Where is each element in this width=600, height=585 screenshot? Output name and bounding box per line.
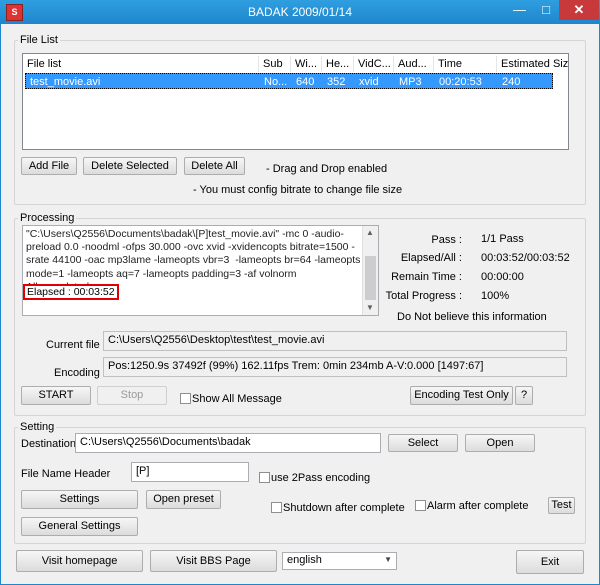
cell-audio-codec: MP3 bbox=[399, 76, 422, 88]
add-file-button[interactable]: Add File bbox=[21, 157, 77, 175]
elapsed-all-value: 00:03:52/00:03:52 bbox=[481, 252, 570, 264]
file-list-group-label: File List bbox=[18, 34, 60, 46]
setting-group-label: Setting bbox=[18, 421, 57, 433]
shutdown-after-label[interactable]: Shutdown after complete bbox=[283, 502, 405, 514]
language-select[interactable]: english ▼ bbox=[282, 552, 397, 570]
total-progress-value: 100% bbox=[481, 290, 510, 302]
show-all-message-label[interactable]: Show All Message bbox=[192, 393, 282, 405]
cell-width: 640 bbox=[296, 76, 315, 88]
alarm-after-checkbox[interactable] bbox=[415, 500, 426, 511]
encoding-label: Encoding bbox=[54, 367, 100, 379]
log-textarea[interactable]: "C:\Users\Q2556\Documents\badak\[P]test_… bbox=[22, 225, 379, 316]
help-button[interactable]: ? bbox=[515, 386, 533, 405]
cell-file-name: test_movie.avi bbox=[30, 76, 101, 88]
visit-bbs-button[interactable]: Visit BBS Page bbox=[150, 550, 277, 572]
scroll-down-icon[interactable]: ▼ bbox=[366, 303, 374, 312]
elapsed-highlight: Elapsed : 00:03:52 bbox=[23, 284, 119, 300]
column-header-width[interactable]: Wi... bbox=[291, 56, 322, 72]
elapsed-all-label: Elapsed/All : bbox=[400, 252, 462, 264]
file-list-table[interactable]: File list Sub Wi... He... VidC... Aud...… bbox=[22, 53, 569, 150]
shutdown-after-checkbox[interactable] bbox=[271, 502, 282, 513]
start-button[interactable]: START bbox=[21, 386, 91, 405]
cell-video-codec: xvid bbox=[359, 76, 379, 88]
file-name-header-label: File Name Header bbox=[21, 468, 111, 480]
cell-time: 00:20:53 bbox=[439, 76, 482, 88]
exit-button[interactable]: Exit bbox=[516, 550, 584, 574]
current-file-label: Current file : bbox=[46, 339, 106, 351]
scrollbar-thumb[interactable] bbox=[365, 256, 376, 300]
use-2pass-checkbox[interactable] bbox=[259, 472, 270, 483]
select-button[interactable]: Select bbox=[388, 434, 458, 452]
stop-button[interactable]: Stop bbox=[97, 386, 167, 405]
column-header-sub[interactable]: Sub bbox=[259, 56, 291, 72]
minimize-button[interactable]: — bbox=[506, 0, 533, 20]
general-settings-button[interactable]: General Settings bbox=[21, 517, 138, 536]
destination-label: Destination bbox=[21, 438, 77, 450]
current-file-field[interactable]: C:\Users\Q2556\Desktop\test\test_movie.a… bbox=[103, 331, 567, 351]
cell-estimated-size: 240 bbox=[502, 76, 521, 88]
total-progress-label: Total Progress : bbox=[385, 290, 462, 302]
delete-selected-button[interactable]: Delete Selected bbox=[83, 157, 177, 175]
column-header-time[interactable]: Time bbox=[434, 56, 497, 72]
delete-all-button[interactable]: Delete All bbox=[184, 157, 245, 175]
chevron-down-icon: ▼ bbox=[384, 555, 392, 564]
show-all-message-checkbox[interactable] bbox=[180, 393, 191, 404]
column-header-video-codec[interactable]: VidC... bbox=[354, 56, 394, 72]
destination-field[interactable]: C:\Users\Q2556\Documents\badak bbox=[75, 433, 381, 453]
table-row[interactable]: test_movie.avi No... 640 352 xvid MP3 00… bbox=[25, 73, 553, 89]
processing-group-label: Processing bbox=[18, 212, 77, 224]
column-header-audio-codec[interactable]: Aud... bbox=[394, 56, 434, 72]
settings-button[interactable]: Settings bbox=[21, 490, 138, 509]
column-header-file-list[interactable]: File list bbox=[23, 56, 259, 72]
log-scrollbar[interactable]: ▲ ▼ bbox=[362, 226, 378, 315]
remain-time-value: 00:00:00 bbox=[481, 271, 524, 283]
encoding-test-only-button[interactable]: Encoding Test Only bbox=[410, 386, 513, 405]
file-name-header-field[interactable]: [P] bbox=[131, 462, 249, 482]
visit-homepage-button[interactable]: Visit homepage bbox=[16, 550, 143, 572]
use-2pass-label[interactable]: use 2Pass encoding bbox=[271, 472, 370, 484]
open-preset-button[interactable]: Open preset bbox=[146, 490, 221, 509]
cell-height: 352 bbox=[327, 76, 346, 88]
column-header-estimated-size[interactable]: Estimated Siz... bbox=[497, 56, 568, 72]
notice-text: Do Not believe this information bbox=[397, 311, 547, 323]
close-button[interactable]: ✕ bbox=[559, 0, 599, 20]
encoding-status-field[interactable]: Pos:1250.9s 37492f (99%) 162.11fps Trem:… bbox=[103, 357, 567, 377]
open-button[interactable]: Open bbox=[465, 434, 535, 452]
cell-sub: No... bbox=[264, 76, 288, 88]
language-select-value: english bbox=[287, 554, 322, 566]
pass-label: Pass : bbox=[431, 234, 462, 246]
title-bar[interactable]: S BADAK 2009/01/14 — □ ✕ bbox=[0, 0, 600, 24]
drag-drop-hint: - Drag and Drop enabled bbox=[266, 163, 388, 175]
test-alarm-button[interactable]: Test bbox=[548, 497, 575, 514]
scroll-up-icon[interactable]: ▲ bbox=[366, 228, 374, 237]
remain-time-label: Remain Time : bbox=[391, 271, 462, 283]
alarm-after-label[interactable]: Alarm after complete bbox=[427, 500, 528, 512]
pass-value: 1/1 Pass bbox=[481, 233, 524, 245]
bitrate-hint: - You must config bitrate to change file… bbox=[193, 184, 403, 196]
column-header-height[interactable]: He... bbox=[322, 56, 354, 72]
maximize-button[interactable]: □ bbox=[533, 0, 559, 20]
